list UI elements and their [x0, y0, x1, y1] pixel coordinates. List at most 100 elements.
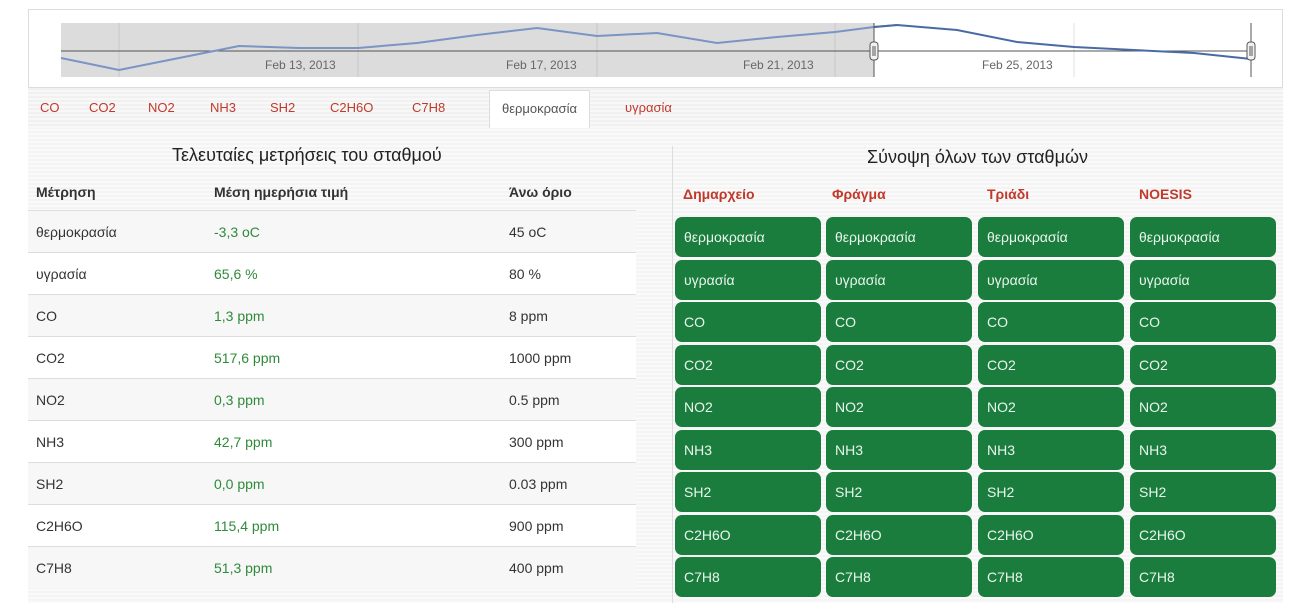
station-measure-cell[interactable]: CO [1130, 302, 1276, 342]
station-measure-cell[interactable]: CO2 [1130, 345, 1276, 385]
tab-temperature[interactable]: θερμοκρασία [489, 90, 590, 128]
station-measure-cell[interactable]: C2H6O [978, 515, 1124, 555]
measure-limit: 1000 ppm [501, 336, 636, 379]
left-panel-title: Τελευταίες μετρήσεις του σταθμού [172, 145, 442, 165]
measure-limit: 8 ppm [501, 294, 636, 337]
station-measure-cell[interactable]: CO2 [675, 345, 821, 385]
station-measure-cell[interactable]: SH2 [826, 472, 972, 512]
navigator-date-label: Feb 13, 2013 [265, 58, 336, 72]
navigator-date-label: Feb 17, 2013 [506, 58, 577, 72]
measure-name: θερμοκρασία [28, 210, 206, 253]
station-measure-cell[interactable]: υγρασία [978, 260, 1124, 300]
station-measure-cell[interactable]: υγρασία [675, 260, 821, 300]
measure-value: 42,7 ppm [206, 420, 501, 463]
table-row: CO 1,3 ppm 8 ppm [28, 294, 636, 337]
measure-name: υγρασία [28, 252, 206, 295]
tab-c2h6o[interactable]: C2H6O [330, 88, 373, 128]
measure-value: 0,0 ppm [206, 462, 501, 505]
station-measure-cell[interactable]: NH3 [1130, 430, 1276, 470]
table-row: C2H6O 115,4 ppm 900 ppm [28, 504, 636, 547]
station-measure-cell[interactable]: NO2 [1130, 387, 1276, 427]
measure-value: 517,6 ppm [206, 336, 501, 379]
tab-co2[interactable]: CO2 [89, 88, 116, 128]
measure-limit: 0.03 ppm [501, 462, 636, 505]
col-header-upper-limit: Άνω όριο [501, 173, 636, 211]
station-measure-cell[interactable]: NH3 [675, 430, 821, 470]
table-row: SH2 0,0 ppm 0.03 ppm [28, 462, 636, 505]
station-header-noesis[interactable]: NOESIS [1139, 186, 1192, 202]
measure-value: 51,3 ppm [206, 546, 501, 588]
station-measure-cell[interactable]: υγρασία [1130, 260, 1276, 300]
tab-humidity[interactable]: υγρασία [625, 88, 672, 128]
table-row: NH3 42,7 ppm 300 ppm [28, 420, 636, 463]
station-measure-cell[interactable]: C2H6O [826, 515, 972, 555]
tab-no2[interactable]: NO2 [148, 88, 175, 128]
right-panel-title: Σύνοψη όλων των σταθμών [867, 147, 1088, 167]
measure-value: 0,3 ppm [206, 378, 501, 421]
measure-value: 115,4 ppm [206, 504, 501, 547]
measure-name: C2H6O [28, 504, 206, 547]
station-measure-cell[interactable]: C7H8 [675, 557, 821, 597]
table-row: NO2 0,3 ppm 0.5 ppm [28, 378, 636, 421]
measurement-tabs: CO CO2 NO2 NH3 SH2 C2H6O C7H8 θερμοκρασί… [28, 88, 1283, 128]
measure-limit: 300 ppm [501, 420, 636, 463]
station-measure-cell[interactable]: θερμοκρασία [675, 217, 821, 257]
navigator-left-handle [869, 41, 879, 61]
measure-limit: 80 % [501, 252, 636, 295]
station-header-fragma[interactable]: Φράγμα [832, 186, 886, 202]
station-measure-cell[interactable]: C2H6O [675, 515, 821, 555]
measure-limit: 900 ppm [501, 504, 636, 547]
station-measure-cell[interactable]: NO2 [978, 387, 1124, 427]
tab-sh2[interactable]: SH2 [270, 88, 295, 128]
navigator-series-selected [873, 23, 1252, 60]
station-measure-cell[interactable]: CO [826, 302, 972, 342]
table-row: CO2 517,6 ppm 1000 ppm [28, 336, 636, 379]
measure-limit: 45 oC [501, 210, 636, 253]
table-row: C7H8 51,3 ppm 400 ppm [28, 546, 636, 588]
station-measure-cell[interactable]: NH3 [826, 430, 972, 470]
table-row: υγρασία 65,6 % 80 % [28, 252, 636, 295]
station-measure-cell[interactable]: SH2 [1130, 472, 1276, 512]
measure-name: NH3 [28, 420, 206, 463]
measure-name: C7H8 [28, 546, 206, 588]
measure-limit: 400 ppm [501, 546, 636, 588]
station-measure-cell[interactable]: SH2 [675, 472, 821, 512]
station-measure-cell[interactable]: C7H8 [978, 557, 1124, 597]
station-measure-cell[interactable]: θερμοκρασία [978, 217, 1124, 257]
station-measure-cell[interactable]: NO2 [675, 387, 821, 427]
navigator-chart[interactable] [29, 10, 1282, 87]
measure-name: CO2 [28, 336, 206, 379]
tab-co[interactable]: CO [40, 88, 60, 128]
station-measure-cell[interactable]: NH3 [978, 430, 1124, 470]
navigator-right-handle [1246, 41, 1256, 61]
station-measure-cell[interactable]: C7H8 [1130, 557, 1276, 597]
station-measure-cell[interactable]: SH2 [978, 472, 1124, 512]
station-measure-cell[interactable]: CO2 [826, 345, 972, 385]
measure-limit: 0.5 ppm [501, 378, 636, 421]
station-measure-cell[interactable]: θερμοκρασία [1130, 217, 1276, 257]
tab-nh3[interactable]: NH3 [210, 88, 236, 128]
panel-divider [672, 146, 673, 603]
station-header-triadi[interactable]: Τριάδι [987, 186, 1029, 202]
measure-name: CO [28, 294, 206, 337]
measure-name: SH2 [28, 462, 206, 505]
measure-value: -3,3 oC [206, 210, 501, 253]
time-navigator[interactable]: Feb 13, 2013 Feb 17, 2013 Feb 21, 2013 F… [28, 9, 1283, 88]
tab-c7h8[interactable]: C7H8 [412, 88, 445, 128]
measure-value: 1,3 ppm [206, 294, 501, 337]
station-measure-cell[interactable]: C7H8 [826, 557, 972, 597]
measure-value: 65,6 % [206, 252, 501, 295]
table-row: θερμοκρασία -3,3 oC 45 oC [28, 210, 636, 253]
station-measure-cell[interactable]: CO [675, 302, 821, 342]
station-measure-cell[interactable]: θερμοκρασία [826, 217, 972, 257]
col-header-daily-average: Μέση ημερήσια τιμή [206, 173, 501, 211]
navigator-date-label: Feb 21, 2013 [743, 58, 814, 72]
navigator-date-label: Feb 25, 2013 [982, 58, 1053, 72]
station-measure-cell[interactable]: C2H6O [1130, 515, 1276, 555]
measurements-table: Μέτρηση Μέση ημερήσια τιμή Άνω όριο θερμ… [28, 173, 636, 588]
station-header-dimarxeio[interactable]: Δημαρχείο [683, 186, 755, 202]
station-measure-cell[interactable]: CO [978, 302, 1124, 342]
station-measure-cell[interactable]: υγρασία [826, 260, 972, 300]
station-measure-cell[interactable]: CO2 [978, 345, 1124, 385]
station-measure-cell[interactable]: NO2 [826, 387, 972, 427]
